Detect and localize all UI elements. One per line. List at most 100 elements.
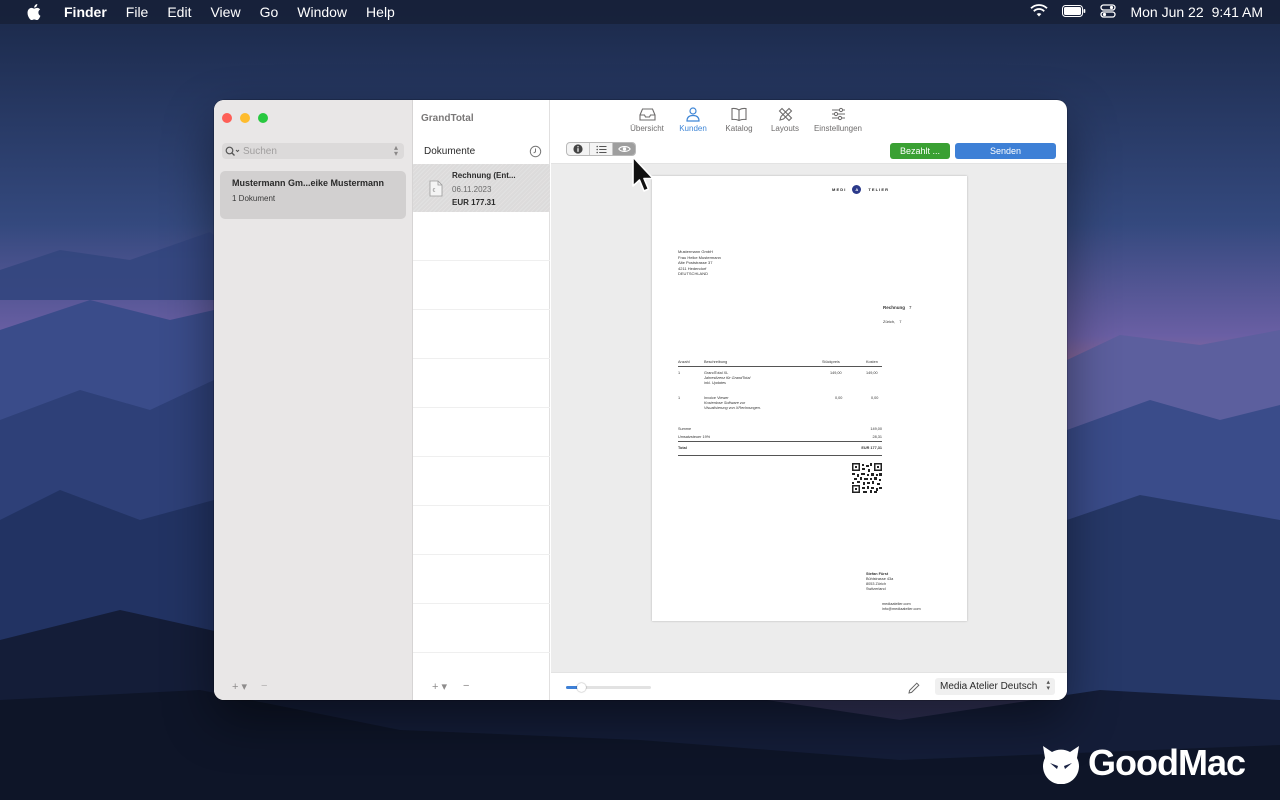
list-divider xyxy=(413,652,550,653)
invoice-heading-value: 7 xyxy=(909,305,912,310)
close-button[interactable] xyxy=(222,113,232,123)
send-button[interactable]: Senden xyxy=(955,143,1056,159)
place-label: Zürich, xyxy=(883,319,896,324)
total-label: Total xyxy=(678,446,687,450)
search-placeholder: Suchen xyxy=(243,145,277,157)
book-icon xyxy=(730,106,748,122)
minimize-button[interactable] xyxy=(240,113,250,123)
line-title: GrandTotal XL xyxy=(704,371,729,375)
paid-button[interactable]: Bezahlt ... xyxy=(890,143,950,159)
info-icon[interactable] xyxy=(567,143,590,155)
menu-date: Mon Jun 22 xyxy=(1130,4,1204,20)
line-description: Invoice Viewer Kostenlose Software zur V… xyxy=(704,396,761,411)
list-divider xyxy=(413,309,550,310)
menu-view[interactable]: View xyxy=(210,4,240,20)
menu-help[interactable]: Help xyxy=(366,4,395,20)
tab-einstellungen[interactable]: Einstellungen xyxy=(808,106,868,133)
document-file-icon: € xyxy=(429,180,443,197)
customer-name: Mustermann Gm...eike Mustermann xyxy=(232,178,385,188)
wifi-icon[interactable] xyxy=(1030,4,1049,20)
sidebar-footer: + ▾ − xyxy=(232,680,267,693)
logo-text-right: T E L I E R xyxy=(868,187,889,192)
add-customer-button[interactable]: + ▾ xyxy=(232,680,247,693)
preview-bottom-bar: Media Atelier Deutsch ▴ ▾ xyxy=(551,672,1067,700)
zoom-slider[interactable] xyxy=(566,683,651,692)
invoice-heading: Rechnung 7 xyxy=(883,305,912,310)
invoice-total: Total EUR 177,31 xyxy=(678,446,882,456)
clock-history-icon[interactable] xyxy=(529,145,542,158)
invoice-place-date: Zürich, 7 xyxy=(883,319,901,324)
watermark-text: GoodMac xyxy=(1088,742,1246,783)
line-total: 0,00 xyxy=(871,396,879,400)
layout-select-value: Media Atelier Deutsch xyxy=(940,681,1038,692)
place-value: 7 xyxy=(899,319,902,324)
eye-icon[interactable] xyxy=(613,143,635,155)
list-divider xyxy=(413,505,550,506)
customer-sidebar: Suchen ▴ ▾ Mustermann Gm...eike Musterman… xyxy=(214,100,413,700)
chevron-updown-icon: ▴ ▾ xyxy=(1046,679,1050,692)
window-controls xyxy=(222,113,268,123)
tab-label: Kunden xyxy=(679,124,707,133)
search-icon xyxy=(225,145,241,157)
zoom-button[interactable] xyxy=(258,113,268,123)
layout-select[interactable]: Media Atelier Deutsch ▴ ▾ xyxy=(935,678,1055,695)
add-document-button[interactable]: + ▾ xyxy=(432,680,447,693)
list-divider xyxy=(413,554,550,555)
inbox-icon xyxy=(638,106,656,122)
document-list-footer: + ▾ − xyxy=(432,680,469,693)
tab-katalog[interactable]: Katalog xyxy=(716,106,762,133)
menu-go[interactable]: Go xyxy=(260,4,279,20)
list-divider xyxy=(413,603,550,604)
line-total: 149,00 xyxy=(866,371,878,375)
invoice-preview-area[interactable]: M E D I A T E L I E R Mustermann GmbH Fr… xyxy=(551,164,1067,672)
svg-text:€: € xyxy=(433,188,436,194)
sender-address: Stefan Fürst Bühlstrasse 43a 8053 Zürich… xyxy=(866,572,893,592)
menu-clock[interactable]: Mon Jun 22 9:41 AM xyxy=(1130,4,1263,20)
menu-window[interactable]: Window xyxy=(297,4,347,20)
view-mode-segmented-control xyxy=(566,142,636,156)
mouse-pointer-icon xyxy=(632,156,654,192)
line-desc: inkl. Updates xyxy=(704,381,726,385)
menu-file[interactable]: File xyxy=(126,4,149,20)
line-unit-price: 0,00 xyxy=(835,396,843,400)
invoice-page: M E D I A T E L I E R Mustermann GmbH Fr… xyxy=(652,176,967,621)
tab-label: Layouts xyxy=(770,124,800,133)
tab-uebersicht[interactable]: Übersicht xyxy=(624,106,670,133)
chevron-updown-icon: ▴ ▾ xyxy=(393,143,398,158)
goodmac-logo-icon xyxy=(1043,746,1079,784)
address-line: DEUTSCHLAND xyxy=(678,271,709,276)
tab-kunden[interactable]: Kunden xyxy=(670,106,716,133)
apple-icon[interactable] xyxy=(24,2,44,22)
document-amount: EUR 177.31 xyxy=(452,198,496,207)
menu-edit[interactable]: Edit xyxy=(167,4,191,20)
tab-label: Übersicht xyxy=(630,124,664,133)
remove-customer-button[interactable]: − xyxy=(261,680,267,693)
documents-header: Dokumente xyxy=(424,146,476,157)
invoice-tax: Umsatzsteuer 19% 28,31 xyxy=(678,435,882,442)
column-header: Anzahl xyxy=(678,360,690,364)
line-unit-price: 149,00 xyxy=(830,371,842,375)
column-header: Beschreibung xyxy=(704,360,728,364)
control-center-icon[interactable] xyxy=(1100,3,1117,21)
sliders-icon xyxy=(829,106,847,122)
remove-document-button[interactable]: − xyxy=(463,680,469,693)
tab-label: Einstellungen xyxy=(813,124,863,133)
contact-line: info@mediaatelier.com xyxy=(882,607,921,611)
logo-text-left: M E D I xyxy=(832,187,846,192)
customer-list-item[interactable]: Mustermann Gm...eike Mustermann 1 Dokume… xyxy=(220,171,406,219)
company-logo: M E D I A T E L I E R xyxy=(832,185,888,194)
battery-icon[interactable] xyxy=(1062,4,1086,20)
search-field[interactable]: Suchen ▴ ▾ xyxy=(222,143,404,159)
zoom-slider-knob[interactable] xyxy=(576,683,586,692)
line-title: Invoice Viewer xyxy=(704,396,729,400)
menu-app-name[interactable]: Finder xyxy=(64,4,107,20)
recipient-address: Mustermann GmbH Frau Heike Mustermann Al… xyxy=(678,249,721,277)
list-icon[interactable] xyxy=(590,143,613,155)
invoice-subtotal: Summe 149,00 xyxy=(678,427,882,431)
sender-contact: mediaatelier.com info@mediaatelier.com xyxy=(882,602,921,612)
document-list-item[interactable]: € Rechnung (Ent... 06.11.2023 EUR 177.31 xyxy=(413,164,550,212)
tab-layouts[interactable]: Layouts xyxy=(762,106,808,133)
preview-toolbar: Bezahlt ... Senden xyxy=(551,138,1067,164)
pencil-icon[interactable] xyxy=(908,681,920,694)
menu-bar: Finder File Edit View Go Window Help Mon… xyxy=(0,0,1280,24)
